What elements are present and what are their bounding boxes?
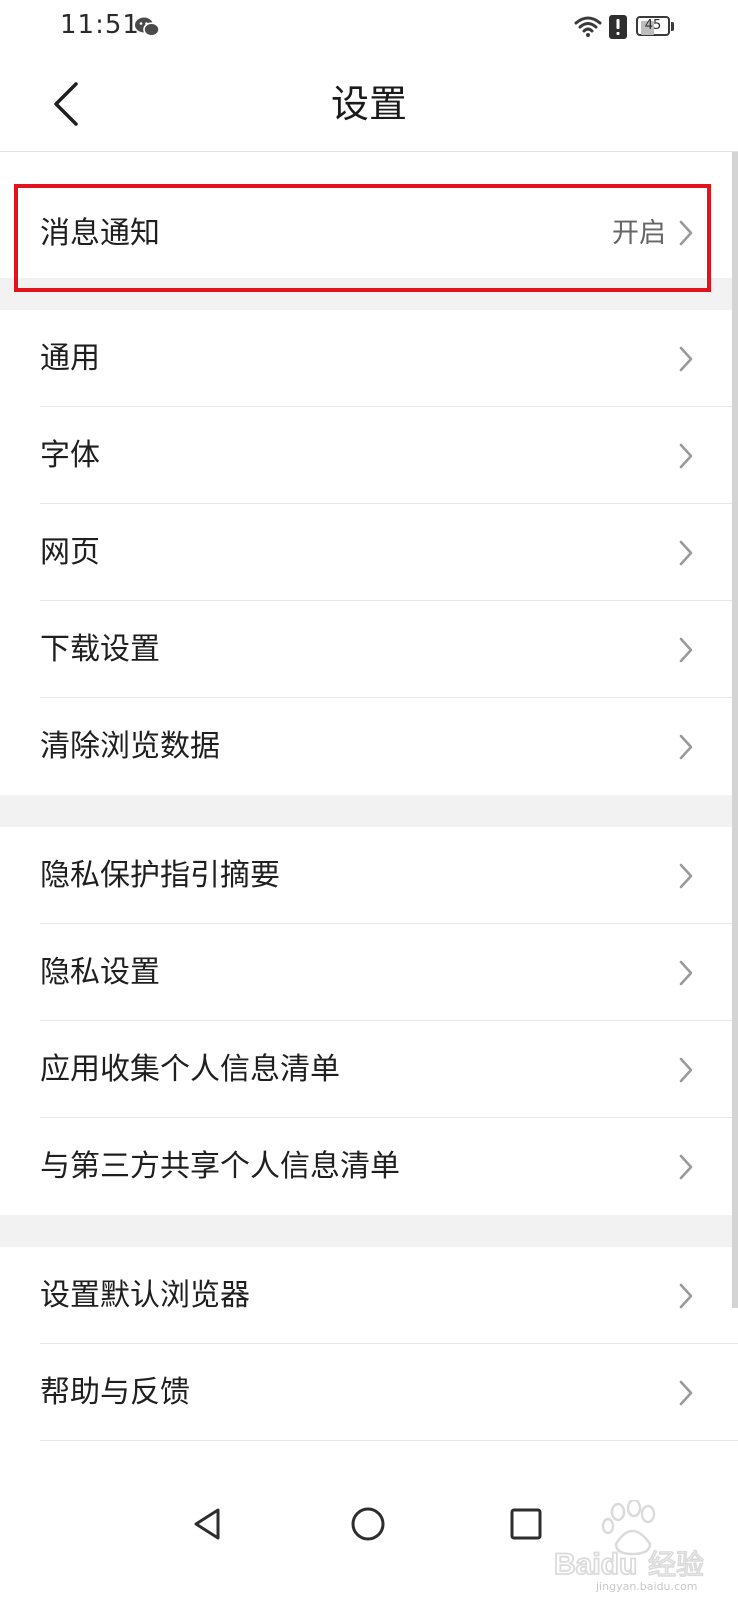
settings-row[interactable]: 字体 [0,407,738,504]
wifi-icon [574,16,602,37]
chevron-right-icon [679,540,693,566]
svg-text:Baidu: Baidu [554,1548,637,1580]
notification-settings-row[interactable]: 消息通知 开启 [0,152,738,278]
header: 设置 [0,56,738,152]
chevron-right-icon [679,960,693,986]
watermark-url: jingyan.baidu.com [596,1580,698,1593]
battery-text: 45 [644,18,662,33]
settings-row[interactable]: 隐私保护指引摘要 [0,827,738,924]
scrollbar[interactable] [732,152,738,1308]
chevron-right-icon [679,220,693,246]
settings-row[interactable]: 应用收集个人信息清单 [0,1021,738,1118]
settings-row[interactable]: 与第三方共享个人信息清单 [0,1118,738,1215]
group-gap [0,1215,738,1247]
settings-list: 消息通知 开启 通用字体网页下载设置清除浏览数据隐私保护指引摘要 隐私设置应用收集… [0,152,738,1538]
settings-row[interactable]: 通用 [0,310,738,407]
chevron-right-icon [679,1154,693,1180]
settings-row[interactable]: 隐私设置 [0,924,738,1021]
group-gap [0,795,738,827]
circle-home-icon[interactable] [350,1506,386,1542]
status-time: 11:51 [60,10,140,40]
row-label: 帮助与反馈 [40,1375,190,1410]
row-value: 开启 [612,218,666,249]
chevron-right-icon [679,863,693,889]
row-label: 通用 [40,341,100,376]
row-label: 隐私设置 [40,955,160,990]
settings-row[interactable]: 网页 [0,504,738,601]
back-button[interactable] [40,76,96,132]
chevron-left-icon [54,82,78,126]
square-recents-icon[interactable] [508,1506,544,1542]
group-gap [0,278,738,310]
chevron-right-icon [679,443,693,469]
battery-icon: 45 [636,16,676,38]
svg-text:经验: 经验 [648,1548,704,1580]
row-label: 隐私保护指引摘要 [40,858,280,893]
battery-cap [671,22,674,31]
row-label: 字体 [40,438,100,473]
settings-group: 通用字体网页下载设置清除浏览数据 [0,310,738,795]
chevron-right-icon [679,1380,693,1406]
settings-group: 隐私保护指引摘要 隐私设置应用收集个人信息清单与第三方共享个人信息清单 [0,827,738,1215]
alert-icon [609,15,627,39]
settings-groups: 通用字体网页下载设置清除浏览数据隐私保护指引摘要 隐私设置应用收集个人信息清单与第… [0,278,738,1538]
chevron-right-icon [679,346,693,372]
row-label: 与第三方共享个人信息清单 [40,1149,400,1184]
settings-row[interactable]: 清除浏览数据 [0,698,738,795]
settings-row[interactable]: 帮助与反馈 [0,1344,738,1441]
chevron-right-icon [679,734,693,760]
triangle-back-icon[interactable] [190,1506,226,1542]
baidu-jingyan-watermark: Baidu 经验 [553,1500,705,1580]
row-label: 设置默认浏览器 [40,1278,250,1313]
row-label: 网页 [40,535,100,570]
row-label: 下载设置 [40,632,160,667]
wechat-icon [135,17,160,37]
chevron-right-icon [679,637,693,663]
row-label: 清除浏览数据 [40,729,220,764]
status-bar: 11:51 45 [0,0,738,56]
row-label: 应用收集个人信息清单 [40,1052,340,1087]
chevron-right-icon [679,1057,693,1083]
settings-row[interactable]: 设置默认浏览器 [0,1247,738,1344]
chevron-right-icon [679,1283,693,1309]
settings-row[interactable]: 下载设置 [0,601,738,698]
page-title: 设置 [330,82,407,126]
row-label: 消息通知 [40,216,160,251]
